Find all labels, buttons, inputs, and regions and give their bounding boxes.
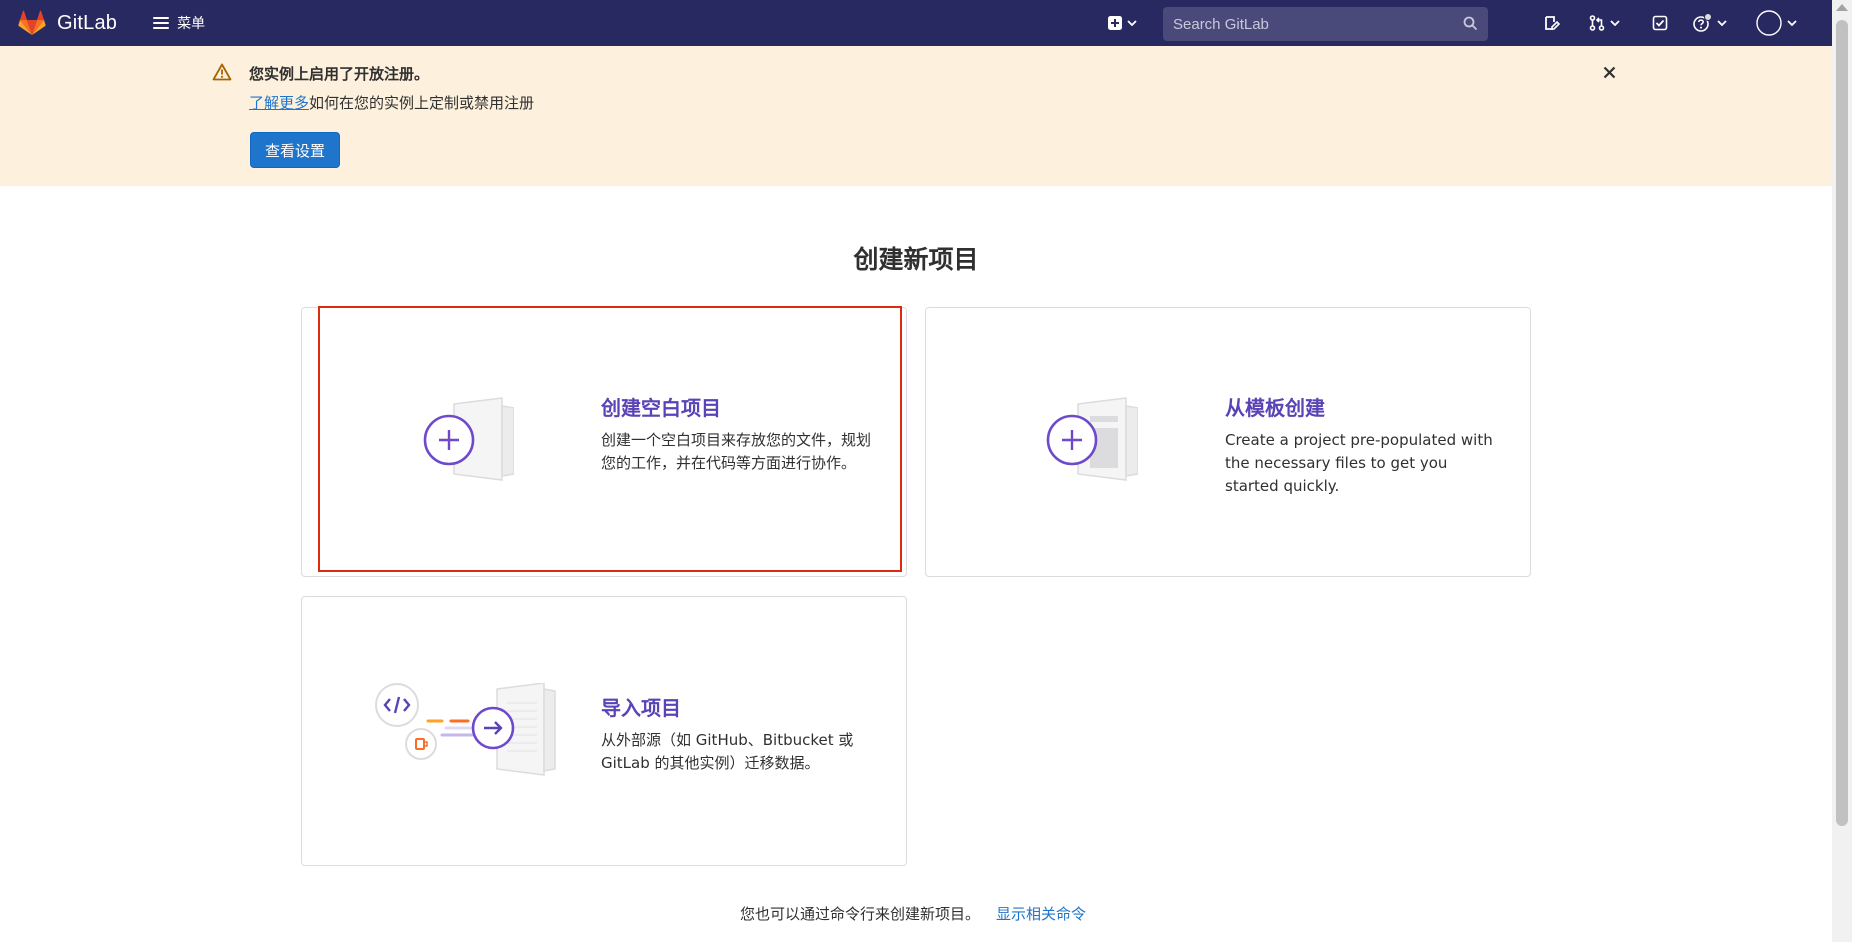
import-project-title: 导入项目 bbox=[601, 696, 681, 720]
show-commands-link[interactable]: 显示相关命令 bbox=[996, 903, 1086, 924]
hamburger-icon bbox=[153, 17, 170, 29]
brand-name: GitLab bbox=[57, 11, 118, 34]
create-new-dropdown[interactable] bbox=[1104, 6, 1140, 40]
alert-title: 您实例上启用了开放注册。 bbox=[249, 65, 430, 83]
import-project-illustration-icon bbox=[372, 682, 572, 783]
scroll-thumb[interactable] bbox=[1836, 20, 1848, 826]
search-box[interactable] bbox=[1163, 7, 1488, 41]
close-icon[interactable] bbox=[1599, 62, 1619, 82]
issues-icon bbox=[1545, 16, 1560, 30]
user-menu-dropdown[interactable] bbox=[1752, 6, 1800, 40]
blank-project-illustration-icon bbox=[422, 396, 515, 492]
chevron-down-icon bbox=[1609, 20, 1620, 26]
todo-icon bbox=[1652, 15, 1668, 31]
search-icon bbox=[1463, 16, 1478, 31]
warning-icon bbox=[212, 63, 232, 85]
create-blank-project-card[interactable]: 创建空白项目 创建一个空白项目来存放您的文件，规划您的工作，并在代码等方面进行协… bbox=[301, 307, 907, 577]
merge-requests-dropdown[interactable] bbox=[1584, 6, 1624, 40]
search-input[interactable] bbox=[1163, 15, 1453, 33]
top-navbar: GitLab 菜单 bbox=[0, 0, 1832, 46]
chevron-down-icon bbox=[1126, 20, 1137, 26]
blank-project-description: 创建一个空白项目来存放您的文件，规划您的工作，并在代码等方面进行协作。 bbox=[601, 431, 872, 472]
blank-project-title: 创建空白项目 bbox=[601, 396, 721, 420]
alert-body-text: 如何在您的实例上定制或禁用注册 bbox=[309, 94, 535, 112]
template-illustration-icon bbox=[1046, 396, 1139, 492]
template-description: Create a project pre-populated with the … bbox=[1225, 431, 1493, 495]
help-icon bbox=[1692, 13, 1712, 32]
menu-label: 菜单 bbox=[177, 16, 206, 32]
chevron-down-icon bbox=[1786, 20, 1797, 26]
menu-button[interactable]: 菜单 bbox=[147, 0, 211, 46]
avatar-icon bbox=[1755, 10, 1782, 36]
view-settings-button[interactable]: 查看设置 bbox=[250, 132, 340, 168]
todos-button[interactable] bbox=[1648, 6, 1672, 40]
import-project-card[interactable]: 导入项目 从外部源（如 GitHub、Bitbucket 或 GitLab 的其… bbox=[301, 596, 907, 866]
plus-square-icon bbox=[1107, 16, 1122, 30]
template-title: 从模板创建 bbox=[1225, 396, 1325, 420]
page-title: 创建新项目 bbox=[853, 245, 979, 274]
create-from-template-card[interactable]: 从模板创建 Create a project pre-populated wit… bbox=[925, 307, 1531, 577]
merge-request-icon bbox=[1589, 15, 1604, 31]
scroll-up-arrow-icon[interactable] bbox=[1836, 4, 1848, 11]
registration-alert: 您实例上启用了开放注册。 了解更多如何在您的实例上定制或禁用注册 查看设置 bbox=[0, 46, 1832, 186]
issues-button[interactable] bbox=[1540, 6, 1564, 40]
help-dropdown[interactable] bbox=[1688, 6, 1730, 40]
chevron-down-icon bbox=[1716, 20, 1727, 26]
brand[interactable]: GitLab bbox=[17, 0, 117, 46]
scrollbar[interactable] bbox=[1832, 0, 1852, 942]
cli-hint-text: 您也可以通过命令行来创建新项目。 bbox=[740, 905, 981, 923]
alert-body: 了解更多如何在您的实例上定制或禁用注册 bbox=[249, 92, 534, 113]
learn-more-link[interactable]: 了解更多 bbox=[249, 94, 309, 112]
gitlab-logo-icon bbox=[17, 9, 47, 37]
import-project-description: 从外部源（如 GitHub、Bitbucket 或 GitLab 的其他实例）迁… bbox=[601, 731, 854, 772]
